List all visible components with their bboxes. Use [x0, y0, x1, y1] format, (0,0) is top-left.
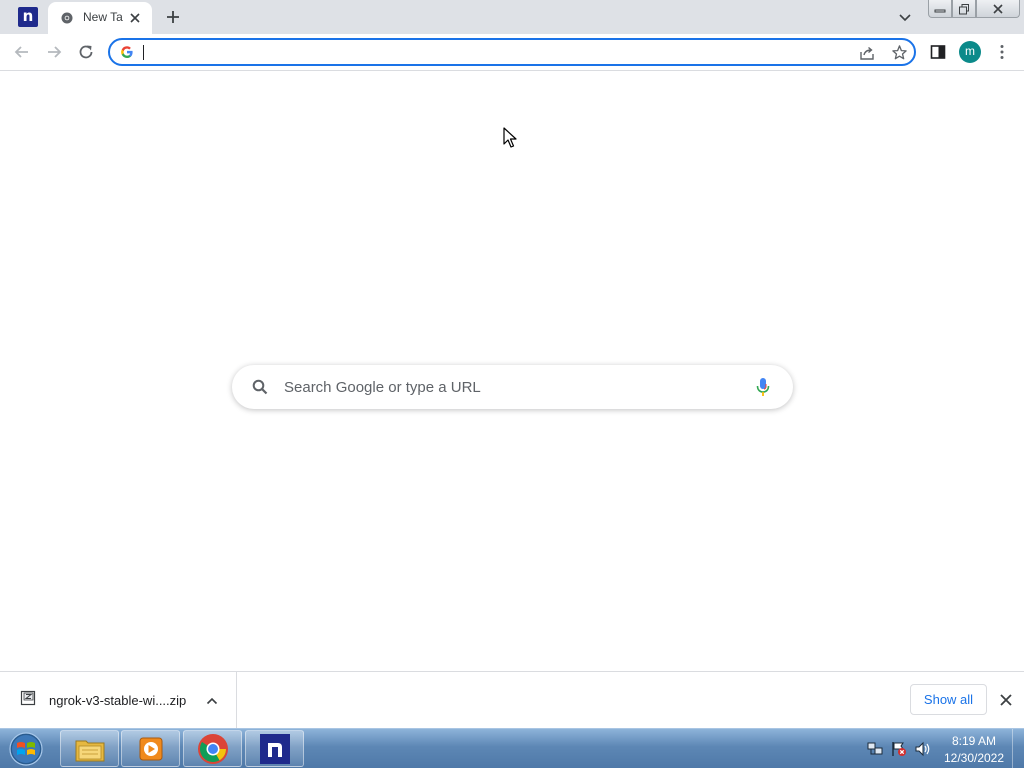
- show-desktop-button[interactable]: [1012, 729, 1024, 769]
- google-g-icon: [121, 46, 133, 58]
- network-icon[interactable]: [867, 741, 883, 757]
- close-icon[interactable]: [999, 693, 1013, 707]
- bookmark-star-icon[interactable]: [891, 44, 908, 61]
- download-shelf: ngrok-v3-stable-wi....zip Show all: [0, 671, 1024, 728]
- ntp-search-box[interactable]: Search Google or type a URL: [232, 365, 793, 409]
- microphone-icon[interactable]: [755, 377, 771, 397]
- chevron-down-icon[interactable]: [897, 9, 913, 25]
- new-tab-page: Search Google or type a URL: [0, 72, 1024, 671]
- minimize-button[interactable]: [928, 0, 952, 18]
- back-arrow-icon[interactable]: [13, 43, 31, 61]
- clock-time[interactable]: 8:19 AM: [944, 734, 1004, 748]
- clock-date[interactable]: 12/30/2022: [940, 751, 1008, 765]
- zip-file-icon: [20, 690, 36, 706]
- action-center-flag-icon[interactable]: [891, 741, 907, 757]
- browser-toolbar: m: [0, 34, 1024, 71]
- tab-title: New Tab: [83, 10, 123, 24]
- show-all-button[interactable]: Show all: [910, 684, 987, 715]
- start-button[interactable]: [6, 731, 46, 767]
- chevron-up-icon[interactable]: [205, 694, 219, 708]
- tab-new-tab[interactable]: New Tab: [48, 2, 152, 34]
- n-app-icon: [259, 733, 290, 764]
- download-item[interactable]: ngrok-v3-stable-wi....zip: [0, 672, 237, 728]
- close-window-button[interactable]: [976, 0, 1020, 18]
- folder-icon: [75, 740, 104, 761]
- mouse-cursor-icon: [503, 127, 517, 148]
- address-bar[interactable]: [108, 38, 916, 66]
- side-panel-icon[interactable]: [929, 43, 947, 61]
- download-file-name: ngrok-v3-stable-wi....zip: [49, 693, 187, 708]
- new-tab-button[interactable]: [163, 7, 183, 27]
- forward-arrow-icon[interactable]: [45, 43, 63, 61]
- volume-icon[interactable]: [915, 741, 931, 757]
- restore-button[interactable]: [952, 0, 976, 18]
- chrome-favicon-icon: [61, 12, 73, 24]
- address-input[interactable]: [146, 42, 846, 62]
- close-tab-icon[interactable]: [127, 10, 143, 26]
- taskbar: 8:19 AM 12/30/2022: [0, 728, 1024, 769]
- taskbar-app-chrome[interactable]: [183, 730, 242, 767]
- text-caret: [143, 45, 144, 60]
- avatar[interactable]: m: [959, 41, 981, 63]
- menu-kebab-icon[interactable]: [993, 43, 1011, 61]
- reload-icon[interactable]: [77, 43, 95, 61]
- share-icon[interactable]: [859, 45, 875, 61]
- ntp-search-placeholder: Search Google or type a URL: [284, 379, 481, 396]
- media-player-icon: [139, 737, 162, 760]
- search-icon: [252, 379, 268, 395]
- taskbar-app-file-explorer[interactable]: [60, 730, 119, 767]
- pinned-app-icon[interactable]: n: [18, 7, 38, 27]
- taskbar-app-media-player[interactable]: [121, 730, 180, 767]
- taskbar-app-pinned-n[interactable]: [245, 730, 304, 767]
- tab-strip: n New Tab: [0, 0, 1024, 34]
- chrome-icon: [197, 733, 228, 764]
